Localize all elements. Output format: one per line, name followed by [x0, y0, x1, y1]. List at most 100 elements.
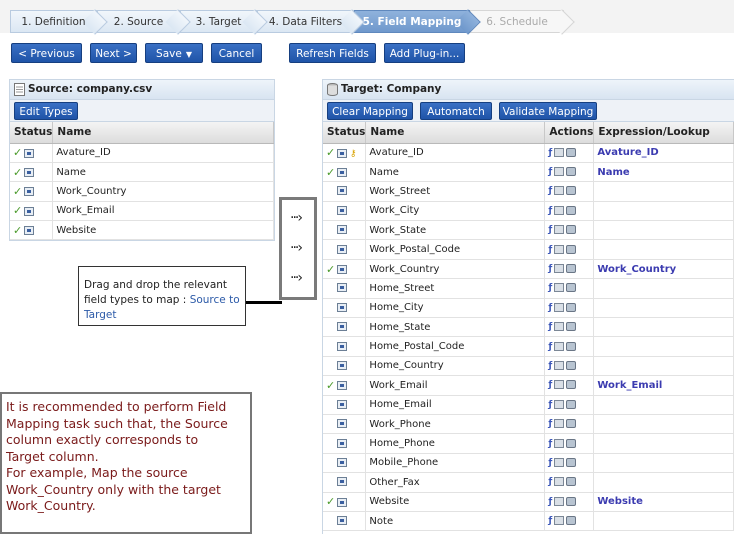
expression-value[interactable]: [593, 239, 734, 260]
expression-value[interactable]: Work_Email: [593, 375, 734, 396]
add-plugin-button[interactable]: Add Plug-in...: [384, 43, 465, 63]
table-row[interactable]: Work_Phone ƒ: [323, 414, 734, 435]
function-icon[interactable]: ƒ: [548, 342, 552, 352]
table-row[interactable]: ✓ ⚷ Avature_ID ƒ Avature_ID: [323, 143, 734, 163]
function-icon[interactable]: ƒ: [548, 245, 552, 255]
field-name[interactable]: Note: [365, 511, 546, 532]
remove-icon[interactable]: [566, 438, 577, 448]
function-icon[interactable]: ƒ: [548, 322, 552, 332]
table-row[interactable]: ✓ Work_Email: [10, 201, 274, 222]
lookup-icon[interactable]: [554, 477, 565, 487]
remove-icon[interactable]: [566, 302, 577, 312]
field-name[interactable]: Work_City: [365, 201, 546, 222]
expression-value[interactable]: Website: [593, 492, 734, 512]
lookup-icon[interactable]: [554, 360, 565, 370]
table-row[interactable]: Work_Street ƒ: [323, 181, 734, 202]
field-name[interactable]: Name: [365, 162, 546, 183]
field-name[interactable]: Home_Street: [365, 278, 546, 299]
remove-icon[interactable]: [566, 186, 577, 196]
field-name[interactable]: Work_Postal_Code: [365, 239, 546, 260]
expression-value[interactable]: Work_Country: [593, 259, 734, 280]
remove-icon[interactable]: [566, 477, 577, 487]
field-name[interactable]: Website: [365, 492, 546, 512]
column-header-name[interactable]: Name: [365, 122, 546, 144]
table-row[interactable]: ✓ Avature_ID: [10, 143, 274, 163]
step-definition[interactable]: 1. Definition: [10, 10, 97, 33]
function-icon[interactable]: ƒ: [548, 477, 552, 487]
table-row[interactable]: ✓ Work_Country: [10, 181, 274, 202]
expression-value[interactable]: Name: [593, 162, 734, 183]
remove-icon[interactable]: [566, 399, 577, 409]
remove-icon[interactable]: [566, 419, 577, 429]
validate-mapping-button[interactable]: Validate Mapping: [499, 102, 597, 120]
remove-icon[interactable]: [566, 205, 577, 215]
step-field-mapping[interactable]: 5. Field Mapping: [354, 10, 470, 33]
field-name[interactable]: Website: [52, 220, 274, 241]
remove-icon[interactable]: [566, 283, 577, 293]
column-header-status[interactable]: Status: [323, 122, 367, 144]
table-row[interactable]: Note ƒ: [323, 511, 734, 532]
next-button[interactable]: Next >: [90, 43, 137, 63]
table-row[interactable]: ✓ Work_Email ƒ Work_Email: [323, 375, 734, 396]
column-header-name[interactable]: Name: [52, 122, 274, 144]
refresh-fields-button[interactable]: Refresh Fields: [289, 43, 376, 63]
remove-icon[interactable]: [566, 147, 577, 157]
lookup-icon[interactable]: [554, 341, 565, 351]
expression-value[interactable]: [593, 472, 734, 493]
function-icon[interactable]: ƒ: [548, 516, 552, 526]
column-header-status[interactable]: Status: [10, 122, 54, 144]
expression-value[interactable]: [593, 278, 734, 299]
remove-icon[interactable]: [566, 360, 577, 370]
function-icon[interactable]: ƒ: [548, 439, 552, 449]
table-row[interactable]: ✓ Website: [10, 220, 274, 241]
field-name[interactable]: Avature_ID: [52, 143, 274, 163]
remove-icon[interactable]: [566, 496, 577, 506]
edit-types-button[interactable]: Edit Types: [14, 102, 78, 120]
table-row[interactable]: Work_City ƒ: [323, 201, 734, 222]
field-name[interactable]: Name: [52, 162, 274, 183]
column-header-expression[interactable]: Expression/Lookup: [593, 122, 734, 144]
function-icon[interactable]: ƒ: [548, 303, 552, 313]
table-row[interactable]: Home_Phone ƒ: [323, 433, 734, 454]
expression-value[interactable]: [593, 511, 734, 532]
expression-value[interactable]: [593, 201, 734, 222]
function-icon[interactable]: ƒ: [548, 167, 552, 177]
field-name[interactable]: Home_Postal_Code: [365, 336, 546, 357]
expression-value[interactable]: [593, 220, 734, 241]
remove-icon[interactable]: [566, 264, 577, 274]
field-name[interactable]: Work_State: [365, 220, 546, 241]
remove-icon[interactable]: [566, 225, 577, 235]
cancel-button[interactable]: Cancel: [211, 43, 262, 63]
expression-value[interactable]: [593, 356, 734, 377]
function-icon[interactable]: ƒ: [548, 206, 552, 216]
lookup-icon[interactable]: [554, 167, 565, 177]
step-source[interactable]: 2. Source: [97, 10, 180, 33]
expression-value[interactable]: Avature_ID: [593, 143, 734, 163]
function-icon[interactable]: ƒ: [548, 419, 552, 429]
lookup-icon[interactable]: [554, 496, 565, 506]
step-target[interactable]: 3. Target: [180, 10, 257, 33]
field-name[interactable]: Home_Phone: [365, 433, 546, 454]
table-row[interactable]: Mobile_Phone ƒ: [323, 453, 734, 474]
field-name[interactable]: Avature_ID: [365, 143, 546, 163]
lookup-icon[interactable]: [554, 283, 565, 293]
field-name[interactable]: Work_Country: [52, 181, 274, 202]
expression-value[interactable]: [593, 414, 734, 435]
table-row[interactable]: Home_Postal_Code ƒ: [323, 336, 734, 357]
function-icon[interactable]: ƒ: [548, 186, 552, 196]
function-icon[interactable]: ƒ: [548, 264, 552, 274]
expression-value[interactable]: [593, 395, 734, 415]
lookup-icon[interactable]: [554, 147, 565, 157]
table-row[interactable]: Home_Email ƒ: [323, 395, 734, 415]
lookup-icon[interactable]: [554, 244, 565, 254]
remove-icon[interactable]: [566, 380, 577, 390]
expression-value[interactable]: [593, 433, 734, 454]
expression-value[interactable]: [593, 453, 734, 474]
lookup-icon[interactable]: [554, 516, 565, 526]
table-row[interactable]: ✓ Name ƒ Name: [323, 162, 734, 183]
table-row[interactable]: Home_Street ƒ: [323, 278, 734, 299]
save-button[interactable]: Save ▼: [145, 43, 203, 63]
field-name[interactable]: Other_Fax: [365, 472, 546, 493]
remove-icon[interactable]: [566, 341, 577, 351]
table-row[interactable]: Other_Fax ƒ: [323, 472, 734, 493]
